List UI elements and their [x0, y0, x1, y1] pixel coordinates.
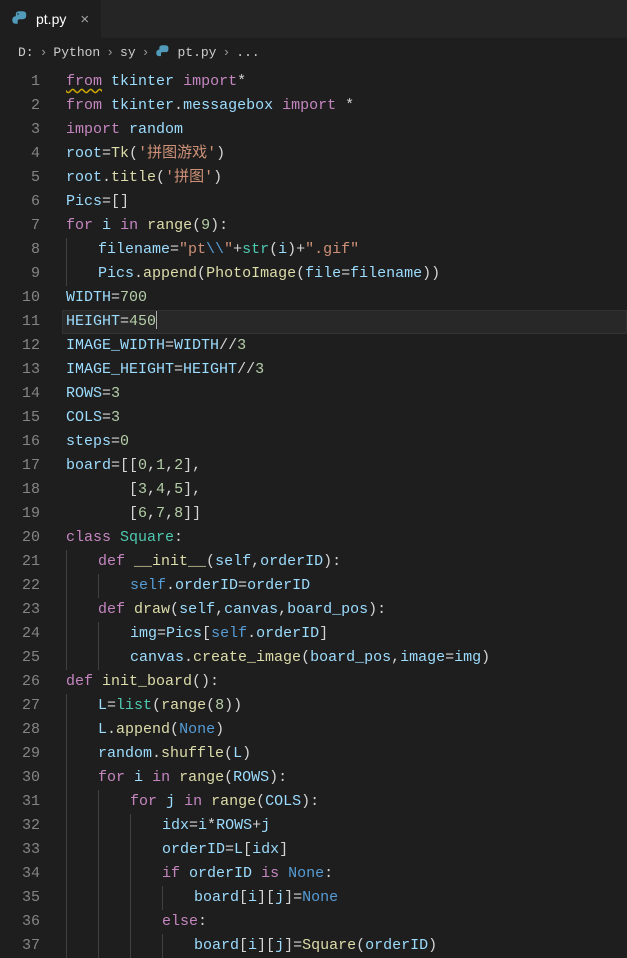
tab-filename: pt.py [36, 11, 66, 27]
line-number: 18 [0, 478, 62, 502]
code-line[interactable]: board[i][j]=None [62, 886, 627, 910]
code-line[interactable]: [6,7,8]] [62, 502, 627, 526]
chevron-right-icon: › [142, 45, 150, 60]
breadcrumb[interactable]: D: › Python › sy › pt.py › ... [0, 38, 627, 66]
code-line[interactable]: class Square: [62, 526, 627, 550]
code-line[interactable]: else: [62, 910, 627, 934]
line-number: 12 [0, 334, 62, 358]
code-line[interactable]: filename="pt\\"+str(i)+".gif" [62, 238, 627, 262]
code-line[interactable]: IMAGE_WIDTH=WIDTH//3 [62, 334, 627, 358]
line-number: 24 [0, 622, 62, 646]
close-icon[interactable]: × [80, 11, 89, 28]
code-line[interactable]: def __init__(self,orderID): [62, 550, 627, 574]
line-number: 3 [0, 118, 62, 142]
code-line[interactable]: ROWS=3 [62, 382, 627, 406]
code-line[interactable]: for i in range(9): [62, 214, 627, 238]
vertical-scrollbar[interactable] [617, 66, 627, 956]
line-number: 2 [0, 94, 62, 118]
bc-file[interactable]: pt.py [177, 45, 216, 60]
line-number: 29 [0, 742, 62, 766]
code-line[interactable]: COLS=3 [62, 406, 627, 430]
code-line[interactable]: WIDTH=700 [62, 286, 627, 310]
chevron-right-icon: › [106, 45, 114, 60]
line-number: 36 [0, 910, 62, 934]
line-number: 35 [0, 886, 62, 910]
line-number: 34 [0, 862, 62, 886]
line-number: 30 [0, 766, 62, 790]
code-line[interactable]: idx=i*ROWS+j [62, 814, 627, 838]
line-number: 1 [0, 70, 62, 94]
tab-bar: pt.py × [0, 0, 627, 38]
chevron-right-icon: › [222, 45, 230, 60]
line-number: 6 [0, 190, 62, 214]
line-number: 14 [0, 382, 62, 406]
line-number: 27 [0, 694, 62, 718]
line-number: 5 [0, 166, 62, 190]
line-number: 21 [0, 550, 62, 574]
line-number: 31 [0, 790, 62, 814]
code-line[interactable]: root=Tk('拼图游戏') [62, 142, 627, 166]
line-number: 16 [0, 430, 62, 454]
code-line[interactable]: Pics.append(PhotoImage(file=filename)) [62, 262, 627, 286]
line-number: 20 [0, 526, 62, 550]
editor[interactable]: 1234567891011121314151617181920212223242… [0, 66, 627, 956]
line-number: 9 [0, 262, 62, 286]
code-line[interactable]: orderID=L[idx] [62, 838, 627, 862]
bc-tail[interactable]: ... [236, 45, 259, 60]
bc-drive[interactable]: D: [18, 45, 34, 60]
code-line[interactable]: from tkinter import* [62, 70, 627, 94]
code-line[interactable]: from tkinter.messagebox import * [62, 94, 627, 118]
code-line[interactable]: board=[[0,1,2], [62, 454, 627, 478]
code-line[interactable]: canvas.create_image(board_pos,image=img) [62, 646, 627, 670]
code-line[interactable]: for j in range(COLS): [62, 790, 627, 814]
line-number: 26 [0, 670, 62, 694]
code-line[interactable]: self.orderID=orderID [62, 574, 627, 598]
code-line[interactable]: def draw(self,canvas,board_pos): [62, 598, 627, 622]
line-number-gutter: 1234567891011121314151617181920212223242… [0, 66, 62, 956]
code-line[interactable]: L.append(None) [62, 718, 627, 742]
python-icon [12, 11, 28, 27]
bc-folder2[interactable]: sy [120, 45, 136, 60]
line-number: 15 [0, 406, 62, 430]
bc-folder1[interactable]: Python [53, 45, 100, 60]
line-number: 17 [0, 454, 62, 478]
chevron-right-icon: › [40, 45, 48, 60]
code-line[interactable]: [3,4,5], [62, 478, 627, 502]
code-line[interactable]: steps=0 [62, 430, 627, 454]
line-number: 4 [0, 142, 62, 166]
code-line[interactable]: IMAGE_HEIGHT=HEIGHT//3 [62, 358, 627, 382]
line-number: 28 [0, 718, 62, 742]
line-number: 22 [0, 574, 62, 598]
line-number: 25 [0, 646, 62, 670]
code-line[interactable]: board[i][j]=Square(orderID) [62, 934, 627, 958]
line-number: 7 [0, 214, 62, 238]
code-line[interactable]: Pics=[] [62, 190, 627, 214]
code-line[interactable]: img=Pics[self.orderID] [62, 622, 627, 646]
line-number: 8 [0, 238, 62, 262]
code-line[interactable]: if orderID is None: [62, 862, 627, 886]
line-number: 32 [0, 814, 62, 838]
line-number: 33 [0, 838, 62, 862]
code-line[interactable]: for i in range(ROWS): [62, 766, 627, 790]
line-number: 13 [0, 358, 62, 382]
line-number: 11 [0, 310, 62, 334]
line-number: 37 [0, 934, 62, 958]
code-line[interactable]: import random [62, 118, 627, 142]
code-area[interactable]: from tkinter import*from tkinter.message… [62, 66, 627, 956]
line-number: 23 [0, 598, 62, 622]
tab-active[interactable]: pt.py × [0, 0, 101, 38]
line-number: 19 [0, 502, 62, 526]
line-number: 10 [0, 286, 62, 310]
code-line[interactable]: random.shuffle(L) [62, 742, 627, 766]
python-icon [155, 44, 171, 60]
code-line[interactable]: L=list(range(8)) [62, 694, 627, 718]
code-line[interactable]: root.title('拼图') [62, 166, 627, 190]
code-line[interactable]: def init_board(): [62, 670, 627, 694]
code-line[interactable]: HEIGHT=450 [62, 310, 627, 334]
